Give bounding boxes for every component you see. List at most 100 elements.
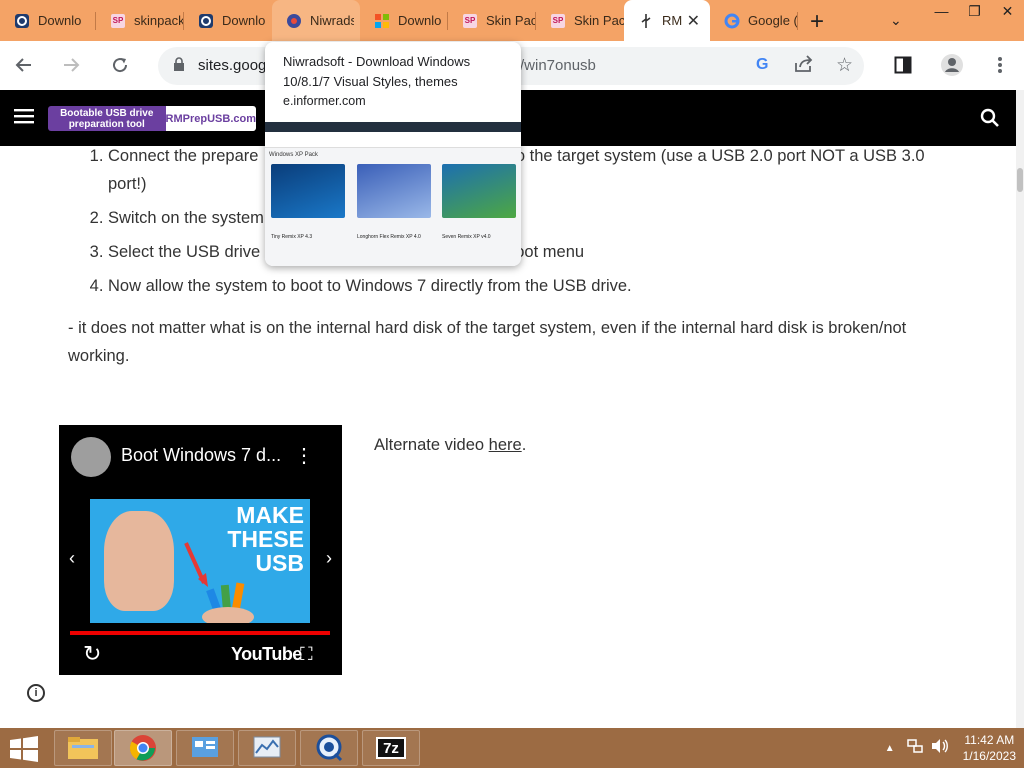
- banner-site-name: RMPrepUSB.com: [165, 106, 256, 131]
- share-icon[interactable]: [794, 55, 814, 78]
- side-panel-icon[interactable]: [887, 49, 919, 81]
- tab-title: Niwradsc: [310, 13, 354, 28]
- tab-title: Downloa: [38, 13, 82, 28]
- tab-title: Downloa: [222, 13, 266, 28]
- tab-2[interactable]: Downloa: [184, 0, 272, 41]
- close-window-button[interactable]: ✕: [991, 0, 1024, 22]
- youtube-embed[interactable]: Boot Windows 7 d... ⋮ MAKE THESE USB ‹ ›…: [59, 425, 342, 675]
- 7zip-icon[interactable]: 7z: [362, 730, 420, 766]
- usb-sticks-graphic: [184, 542, 254, 623]
- preview-thumbnail: [271, 164, 345, 218]
- preview-caption: Seven Remix XP v4.0: [442, 234, 491, 240]
- tab-7-active[interactable]: RM ✕: [624, 0, 710, 41]
- system-tray: ▲ 11:42 AM 1/16/2023: [885, 728, 1016, 768]
- volume-icon[interactable]: [931, 738, 949, 759]
- tab-title: Skin Pac: [574, 13, 624, 28]
- tab-4[interactable]: Downloa: [360, 0, 448, 41]
- tab-strip: Downloa SP skinpack Downloa Niwradsc Dow…: [0, 0, 1024, 41]
- control-panel-icon[interactable]: [176, 730, 234, 766]
- tab-5[interactable]: SP Skin Pac: [448, 0, 536, 41]
- kebab-menu-icon[interactable]: [984, 49, 1016, 81]
- video-progress-bar[interactable]: [70, 631, 330, 635]
- google-lens-icon[interactable]: G: [756, 56, 768, 74]
- tab-hover-card: Niwradsoft - Download Windows 10/8.1/7 V…: [265, 42, 521, 266]
- info-icon[interactable]: i: [27, 684, 45, 702]
- list-item: Select the USB driveoot menu: [108, 238, 948, 266]
- tab-3[interactable]: Niwradsc: [272, 0, 360, 41]
- windows-icon: [374, 13, 390, 29]
- back-icon[interactable]: [8, 49, 40, 81]
- scrollbar-thumb[interactable]: [1017, 168, 1023, 192]
- video-thumbnail[interactable]: MAKE THESE USB: [90, 499, 310, 623]
- video-more-icon[interactable]: ⋮: [294, 443, 314, 468]
- google-icon: [724, 13, 740, 29]
- list-item: Connect the preparer Flash drive) to the…: [108, 142, 948, 198]
- clock-time: 11:42 AM: [964, 733, 1015, 747]
- preview-thumbnail: [442, 164, 516, 218]
- tab-title: Skin Pac: [486, 13, 536, 28]
- chrome-icon[interactable]: [114, 730, 172, 766]
- url-text-tail: /win7onusb: [520, 57, 596, 74]
- fullscreen-icon[interactable]: ⛶: [300, 644, 313, 665]
- hovercard-preview: Windows XP Pack Tiny Remix XP 4.3 Longho…: [265, 122, 521, 266]
- presenter-face: [104, 511, 174, 611]
- preview-caption: Longhorn Flex Remix XP 4.0: [357, 234, 421, 240]
- restore-button[interactable]: ❐: [958, 0, 991, 22]
- show-hidden-icons-icon[interactable]: ▲: [885, 743, 895, 754]
- tab-8[interactable]: Google (: [710, 0, 798, 41]
- sp-icon: SP: [462, 13, 478, 29]
- niwradsoft-icon: [286, 13, 302, 29]
- profile-avatar[interactable]: [936, 49, 968, 81]
- bookmark-star-icon[interactable]: ☆: [836, 54, 853, 77]
- hamburger-menu-icon[interactable]: [14, 108, 34, 129]
- youtube-logo[interactable]: YouTube: [231, 644, 302, 665]
- list-item: Now allow the system to boot to Windows …: [108, 272, 948, 300]
- informer-icon: [198, 13, 214, 29]
- reload-icon[interactable]: [104, 49, 136, 81]
- new-tab-button[interactable]: +: [810, 8, 824, 36]
- tab-search-icon[interactable]: ⌄: [890, 12, 902, 29]
- preview-breadcrumb: Windows XP Pack: [269, 152, 318, 158]
- hovercard-domain: e.informer.com: [283, 94, 366, 108]
- windows-start-icon[interactable]: [8, 736, 40, 762]
- clock[interactable]: 11:42 AM 1/16/2023: [963, 732, 1016, 764]
- preview-caption: Tiny Remix XP 4.3: [271, 234, 313, 240]
- tab-title: skinpack: [134, 13, 184, 28]
- tab-title: Downloa: [398, 13, 442, 28]
- next-video-icon[interactable]: ›: [326, 548, 332, 569]
- url-text: sites.goog: [198, 57, 267, 74]
- clock-date: 1/16/2023: [962, 749, 1016, 763]
- file-explorer-icon[interactable]: [54, 730, 112, 766]
- banner-tagline: Bootable USB drive preparation tool: [48, 106, 166, 131]
- resource-monitor-icon[interactable]: [238, 730, 296, 766]
- tab-0[interactable]: Downloa: [0, 0, 96, 41]
- body-paragraph: - it does not matter what is on the inte…: [68, 319, 907, 365]
- tab-title: Google (: [748, 13, 798, 28]
- minimize-button[interactable]: —: [925, 0, 958, 22]
- sp-icon: SP: [110, 13, 126, 29]
- magnifier-icon[interactable]: [300, 730, 358, 766]
- tab-6[interactable]: SP Skin Pac: [536, 0, 624, 41]
- replay-icon[interactable]: ↻: [83, 641, 101, 667]
- preview-thumbnail: [357, 164, 431, 218]
- tab-1[interactable]: SP skinpack: [96, 0, 184, 41]
- list-item: Switch on the system: [108, 204, 948, 232]
- search-icon[interactable]: [980, 108, 1000, 133]
- usb-icon: [638, 13, 654, 29]
- sp-icon: SP: [550, 13, 566, 29]
- previous-video-icon[interactable]: ‹: [69, 548, 75, 569]
- hovercard-title: Niwradsoft - Download Windows 10/8.1/7 V…: [283, 54, 471, 89]
- video-title[interactable]: Boot Windows 7 d...: [121, 445, 286, 466]
- page-scrollbar[interactable]: [1016, 90, 1024, 728]
- channel-avatar[interactable]: [71, 437, 111, 477]
- forward-icon[interactable]: [55, 49, 87, 81]
- alternate-video-link[interactable]: here: [489, 436, 522, 454]
- network-icon[interactable]: [906, 738, 923, 759]
- informer-icon: [14, 13, 30, 29]
- site-banner[interactable]: Bootable USB drive preparation tool RMPr…: [48, 106, 256, 131]
- lock-icon[interactable]: [173, 57, 185, 77]
- close-tab-icon[interactable]: ✕: [687, 11, 700, 31]
- windows-taskbar: 7z ▲ 11:42 AM 1/16/2023: [0, 728, 1024, 768]
- tab-title: RM: [662, 13, 682, 28]
- alternate-video-text: Alternate video here.: [374, 436, 527, 454]
